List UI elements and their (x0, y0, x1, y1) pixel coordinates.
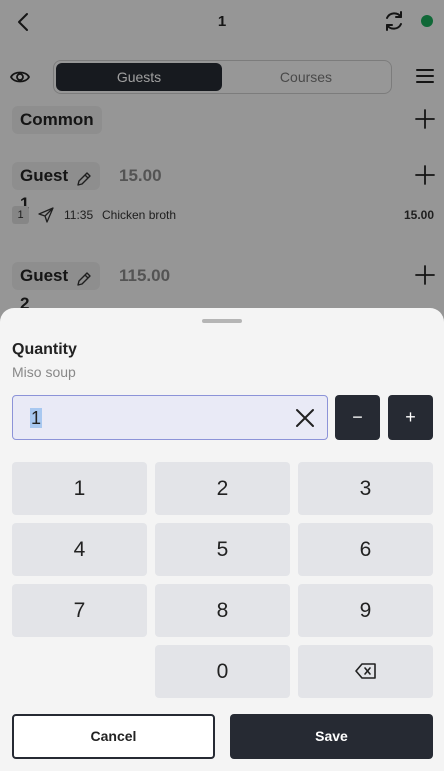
sheet-title: Quantity (12, 341, 77, 358)
increment-button[interactable]: + (388, 395, 433, 440)
cancel-button[interactable]: Cancel (12, 714, 215, 759)
key-8[interactable]: 8 (155, 584, 290, 637)
sheet-drag-handle[interactable] (202, 319, 242, 323)
backspace-key[interactable] (298, 645, 433, 698)
key-5[interactable]: 5 (155, 523, 290, 576)
key-3[interactable]: 3 (298, 462, 433, 515)
key-0[interactable]: 0 (155, 645, 290, 698)
backspace-icon (354, 663, 376, 679)
clear-icon[interactable] (295, 408, 315, 428)
key-9[interactable]: 9 (298, 584, 433, 637)
key-2[interactable]: 2 (155, 462, 290, 515)
key-1[interactable]: 1 (12, 462, 147, 515)
key-6[interactable]: 6 (298, 523, 433, 576)
quantity-sheet: Quantity Miso soup 1 − + 1 2 3 4 5 6 7 8… (0, 308, 444, 771)
quantity-input[interactable]: 1 (12, 395, 328, 440)
key-7[interactable]: 7 (12, 584, 147, 637)
key-4[interactable]: 4 (12, 523, 147, 576)
sheet-subtitle: Miso soup (12, 364, 76, 380)
decrement-button[interactable]: − (335, 395, 380, 440)
save-button[interactable]: Save (230, 714, 433, 759)
quantity-value: 1 (30, 408, 43, 428)
